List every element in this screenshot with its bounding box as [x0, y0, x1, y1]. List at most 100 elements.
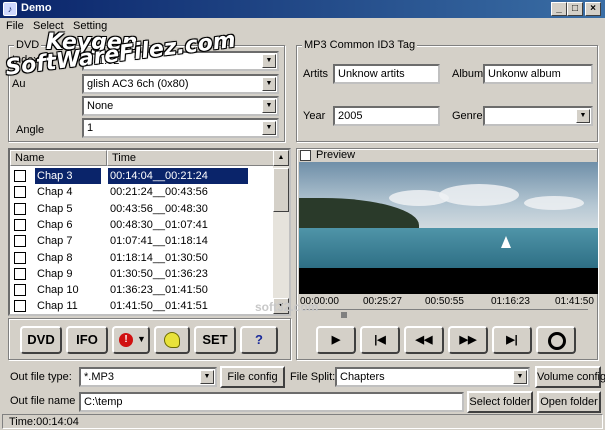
chapter-name: Chap 11 — [37, 300, 78, 313]
chapter-name: Chap 6 — [37, 218, 73, 231]
chapter-name: Chap 3 — [35, 168, 101, 184]
sailboat — [501, 236, 511, 248]
maximize-button[interactable]: □ — [567, 2, 583, 16]
chapter-name: Chap 8 — [37, 251, 73, 264]
dropdown-arrow-icon[interactable]: ▼ — [262, 99, 276, 113]
genre-label: Genre — [452, 110, 483, 122]
genre-select[interactable]: ▼ — [483, 106, 593, 126]
dropdown-arrow-icon[interactable]: ▼ — [262, 121, 276, 135]
app-icon: ♪ — [3, 2, 17, 16]
status-text: Time:00:14:04 — [9, 416, 79, 428]
file-config-button[interactable]: File config — [220, 366, 285, 388]
dropdown-arrow-icon[interactable]: ▼ — [262, 54, 276, 68]
angle-select[interactable]: 1 ▼ — [82, 118, 279, 138]
list-item[interactable]: Chap 8 01:18:14__01:30:50 — [10, 250, 280, 266]
minimize-button[interactable]: _ — [551, 2, 567, 16]
chapter-checkbox[interactable] — [14, 170, 26, 182]
close-button[interactable]: × — [585, 2, 601, 16]
fast-forward-button[interactable]: ▶▶ — [448, 326, 488, 354]
subtitle-value: None — [87, 100, 114, 112]
help-button[interactable]: ? — [240, 326, 278, 354]
open-folder-button[interactable]: Open folder — [537, 391, 601, 413]
select-folder-button[interactable]: Select folder — [467, 391, 533, 413]
timeline-labels: 00:00:00 00:25:27 00:50:55 01:16:23 01:4… — [299, 296, 598, 308]
preview-label: Preview — [316, 149, 356, 161]
audio-select[interactable]: glish AC3 6ch (0x80) ▼ — [82, 74, 279, 94]
chapter-checkbox[interactable] — [14, 186, 26, 199]
out-type-select[interactable]: *.MP3 ▼ — [79, 367, 217, 387]
set-button[interactable]: SET — [194, 326, 236, 354]
title-bar: ♪ Demo _ □ × — [0, 0, 605, 18]
next-chapter-button[interactable]: ▶| — [492, 326, 532, 354]
chapter-checkbox[interactable] — [14, 218, 26, 231]
list-item[interactable]: Chap 10 01:36:23__01:41:50 — [10, 282, 280, 298]
column-header-name[interactable]: Name — [10, 150, 107, 166]
video-sea — [299, 228, 598, 268]
dropdown-arrow-icon[interactable]: ▼ — [576, 109, 590, 123]
chapter-list[interactable]: Name Time Chap 3 00:14:04__00:21:24 Chap 4… — [8, 148, 291, 316]
chapter-checkbox[interactable] — [14, 202, 26, 215]
seek-thumb[interactable] — [341, 312, 347, 318]
album-field[interactable]: Unkonw album — [483, 64, 593, 84]
prev-chapter-button[interactable]: |◀ — [360, 326, 400, 354]
preview-checkbox[interactable] — [300, 150, 311, 161]
timeline-tick: 01:41:50 — [555, 296, 594, 307]
out-name-field[interactable]: C:\temp — [79, 392, 464, 412]
play-button[interactable]: ▶ — [316, 326, 356, 354]
chapter-checkbox[interactable] — [14, 300, 26, 313]
out-type-value: *.MP3 — [84, 371, 114, 383]
volume-config-button[interactable]: Volume config — [535, 366, 605, 388]
record-button[interactable]: ! ▼ — [112, 326, 150, 354]
split-select[interactable]: Chapters ▼ — [335, 367, 530, 387]
list-item[interactable]: Chap 11 01:41:50__01:41:51 — [10, 298, 280, 314]
column-header-time[interactable]: Time — [107, 150, 279, 166]
chapter-name: Chap 4 — [37, 186, 73, 199]
subtitle-select[interactable]: None ▼ — [82, 96, 279, 116]
clock-icon — [548, 332, 566, 350]
skip-forward-icon: ▶| — [506, 334, 518, 346]
skip-back-icon: |◀ — [374, 334, 386, 346]
chapter-time: 00:21:24__00:43:56 — [110, 186, 208, 199]
chapter-time: 01:18:14__01:30:50 — [110, 251, 208, 264]
record-icon: ! — [119, 333, 133, 347]
chapter-time: 00:14:04__00:21:24 — [108, 168, 248, 184]
split-label: File Split: — [290, 371, 336, 383]
dropdown-arrow-icon[interactable]: ▼ — [200, 370, 214, 384]
cloud — [524, 196, 584, 210]
dvd-button[interactable]: DVD — [20, 326, 62, 354]
chapter-name: Chap 5 — [37, 202, 73, 215]
list-item[interactable]: Chap 7 01:07:41__01:18:14 — [10, 233, 280, 249]
menu-file[interactable]: File — [6, 20, 24, 32]
dropdown-arrow-icon[interactable]: ▼ — [513, 370, 527, 384]
list-item[interactable]: Chap 3 00:14:04__00:21:24 — [10, 168, 280, 184]
chapter-checkbox[interactable] — [14, 284, 26, 297]
chapter-time: 01:07:41__01:18:14 — [110, 235, 208, 248]
chapter-time: 00:48:30__01:07:41 — [110, 218, 208, 231]
list-scrollbar[interactable]: ▲ ▼ — [273, 150, 289, 314]
soft32-watermark: soft32.com — [255, 300, 319, 314]
chapter-name: Chap 7 — [37, 235, 73, 248]
seek-slider[interactable] — [303, 309, 588, 318]
chapter-time: 00:43:56__00:48:30 — [110, 202, 208, 215]
scroll-thumb[interactable] — [273, 168, 289, 212]
scroll-up-icon[interactable]: ▲ — [273, 150, 289, 166]
list-item[interactable]: Chap 5 00:43:56__00:48:30 — [10, 201, 280, 217]
timer-button[interactable] — [536, 326, 576, 354]
list-item[interactable]: Chap 4 00:21:24__00:43:56 — [10, 184, 280, 200]
list-item[interactable]: Chap 6 00:48:30__01:07:41 — [10, 217, 280, 233]
chapter-checkbox[interactable] — [14, 251, 26, 264]
chapter-checkbox[interactable] — [14, 267, 26, 280]
dropdown-arrow-icon[interactable]: ▼ — [262, 77, 276, 91]
ifo-button[interactable]: IFO — [66, 326, 108, 354]
id3-group — [296, 45, 598, 142]
chapter-checkbox[interactable] — [14, 235, 26, 248]
rewind-button[interactable]: ◀◀ — [404, 326, 444, 354]
audio-value: glish AC3 6ch (0x80) — [87, 78, 189, 90]
dvd-group-label: DVD — [14, 39, 42, 51]
list-item[interactable]: Chap 9 01:30:50__01:36:23 — [10, 266, 280, 282]
year-field[interactable]: 2005 — [333, 106, 440, 126]
id3-group-label: MP3 Common ID3 Tag — [302, 39, 418, 51]
artist-field[interactable]: Unknow artits — [333, 64, 440, 84]
tag-button[interactable] — [154, 326, 190, 354]
chapter-name: Chap 9 — [37, 267, 73, 280]
